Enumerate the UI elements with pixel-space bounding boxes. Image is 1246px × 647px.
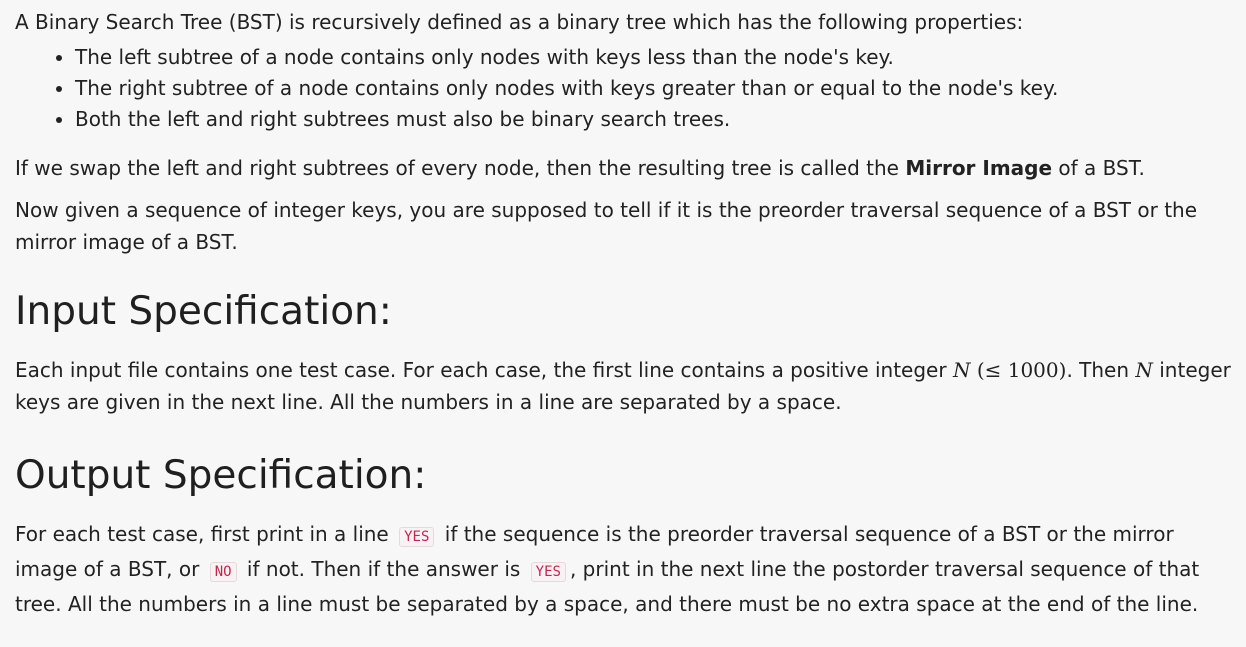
math-n: N <box>1135 358 1153 382</box>
list-item: Both the left and right subtrees must al… <box>75 103 1232 135</box>
input-text: Each input file contains one test case. … <box>15 358 953 382</box>
mirror-image-term: Mirror Image <box>905 156 1053 180</box>
output-spec-paragraph: For each test case, first print in a lin… <box>15 518 1232 620</box>
code-yes: YES <box>399 527 435 547</box>
input-text: . Then <box>1066 358 1136 382</box>
bst-properties-list: The left subtree of a node contains only… <box>15 41 1232 135</box>
output-text: For each test case, first print in a lin… <box>15 522 396 546</box>
output-text: if not. Then if the answer is <box>240 557 527 581</box>
code-yes: YES <box>530 562 566 582</box>
list-item: The left subtree of a node contains only… <box>75 41 1232 73</box>
output-spec-heading: Output Specification: <box>15 453 427 498</box>
mirror-text: If we swap the left and right subtrees o… <box>15 156 906 180</box>
input-spec-heading: Input Specification: <box>15 289 392 334</box>
math-n: N <box>952 358 971 382</box>
intro-paragraph: A Binary Search Tree (BST) is recursivel… <box>15 10 1024 34</box>
mirror-text-end: of a BST. <box>1052 156 1145 180</box>
task-paragraph: Now given a sequence of integer keys, yo… <box>15 198 1198 254</box>
code-no: NO <box>209 562 237 582</box>
input-spec-paragraph: Each input file contains one test case. … <box>15 354 1232 418</box>
mirror-paragraph: If we swap the left and right subtrees o… <box>15 152 1232 184</box>
math-bound: (≤ 1000) <box>976 358 1067 382</box>
list-item: The right subtree of a node contains onl… <box>75 72 1232 104</box>
problem-statement: A Binary Search Tree (BST) is recursivel… <box>0 0 1246 620</box>
